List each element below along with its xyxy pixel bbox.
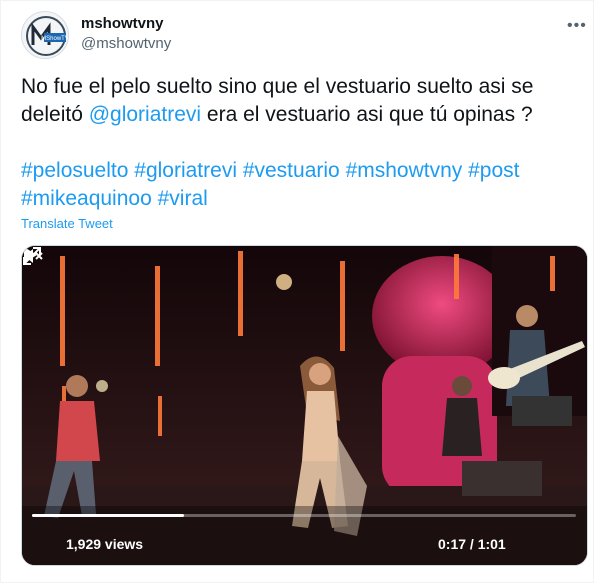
video-progress-fill: [32, 514, 184, 517]
hashtag-link[interactable]: #mshowtvny: [346, 159, 463, 182]
hashtag-list: #pelosuelto #gloriatrevi #vestuario #msh…: [21, 157, 581, 213]
translate-tweet-link[interactable]: Translate Tweet: [21, 216, 113, 231]
hashtag-link[interactable]: #pelosuelto: [21, 159, 128, 182]
video-player[interactable]: 1,929 views 0:17 / 1:01: [21, 245, 588, 566]
avatar[interactable]: MShowTV: [21, 11, 69, 59]
tweet-text: No fue el pelo suelto sino que el vestua…: [21, 73, 581, 129]
hashtag-link[interactable]: #vestuario: [243, 159, 340, 182]
tweet-line-1: No fue el pelo suelto sino que el vestua…: [21, 75, 534, 98]
video-time: 0:17 / 1:01: [438, 536, 506, 552]
hashtag-link[interactable]: #viral: [158, 187, 208, 210]
tweet-line-2-start: deleitó: [21, 103, 89, 126]
more-options-icon[interactable]: •••: [567, 17, 587, 35]
user-handle[interactable]: @mshowtvny: [81, 35, 171, 52]
video-progress-bar[interactable]: [32, 514, 576, 517]
hashtag-link[interactable]: #post: [468, 159, 519, 182]
display-name[interactable]: mshowtvny: [81, 15, 164, 32]
avatar-logo-text: MShowTV: [41, 36, 69, 42]
expand-icon[interactable]: [22, 246, 42, 266]
avatar-logo-icon: MShowTV: [26, 16, 69, 56]
hashtag-link[interactable]: #gloriatrevi: [134, 159, 237, 182]
hashtag-link[interactable]: #mikeaquinoo: [21, 187, 152, 210]
tweet-card: MShowTV mshowtvny @mshowtvny ••• No fue …: [0, 0, 594, 583]
mention-link[interactable]: @gloriatrevi: [89, 103, 201, 126]
video-frame: [22, 246, 587, 565]
view-count: 1,929 views: [66, 536, 144, 552]
tweet-line-2-end: era el vestuario asi que tú opinas ?: [201, 103, 533, 126]
